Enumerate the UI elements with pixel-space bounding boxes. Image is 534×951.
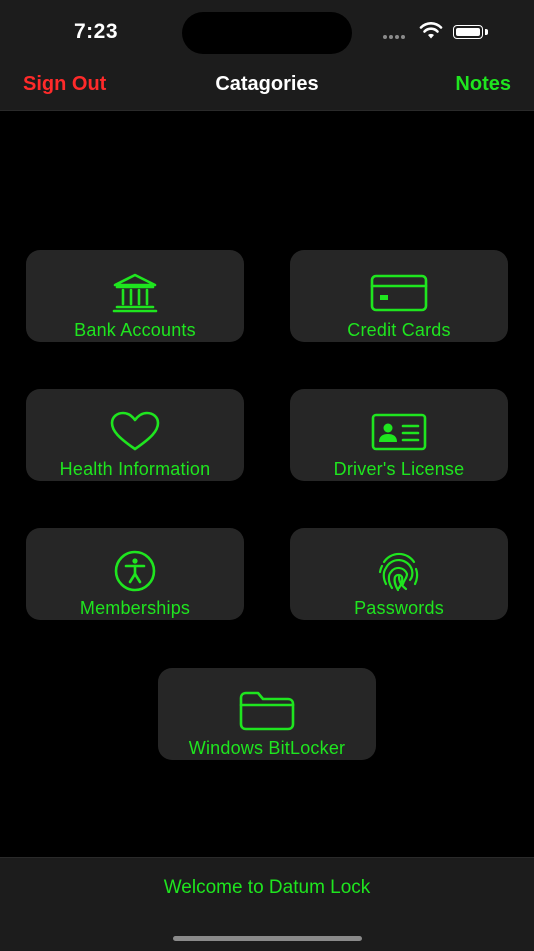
category-label: Memberships xyxy=(79,598,191,618)
folder-icon xyxy=(158,690,376,732)
category-label: Health Information xyxy=(59,459,211,479)
page-title: Catagories xyxy=(215,73,319,95)
wifi-icon xyxy=(419,22,443,39)
credit-card-icon xyxy=(290,272,508,314)
category-label: Credit Cards xyxy=(347,320,451,340)
bank-icon xyxy=(26,272,244,314)
footer-bar: Welcome to Datum Lock xyxy=(0,857,534,951)
fingerprint-icon xyxy=(290,550,508,592)
category-label: Bank Accounts xyxy=(74,320,196,340)
category-label: Windows BitLocker xyxy=(188,738,346,758)
category-passwords[interactable]: Passwords xyxy=(290,528,508,620)
notes-button[interactable]: Notes xyxy=(455,73,511,96)
id-card-icon xyxy=(290,411,508,453)
cellular-signal-icon xyxy=(383,35,405,39)
navigation-bar: Sign Out Catagories Notes xyxy=(0,62,534,111)
category-drivers-license[interactable]: Driver's License xyxy=(290,389,508,481)
heart-icon xyxy=(26,411,244,453)
category-bank-accounts[interactable]: Bank Accounts xyxy=(26,250,244,342)
status-bar: 7:23 xyxy=(0,0,534,62)
dynamic-island xyxy=(182,12,352,54)
welcome-message: Welcome to Datum Lock xyxy=(163,877,371,898)
category-windows-bitlocker[interactable]: Windows BitLocker xyxy=(158,668,376,760)
status-time: 7:23 xyxy=(74,20,119,43)
category-memberships[interactable]: Memberships xyxy=(26,528,244,620)
battery-tip xyxy=(485,29,488,35)
home-indicator[interactable] xyxy=(173,936,362,941)
category-label: Passwords xyxy=(354,598,444,618)
category-label: Driver's License xyxy=(333,459,465,479)
category-health-information[interactable]: Health Information xyxy=(26,389,244,481)
battery-icon xyxy=(453,25,483,39)
accessibility-person-icon xyxy=(26,550,244,592)
category-credit-cards[interactable]: Credit Cards xyxy=(290,250,508,342)
